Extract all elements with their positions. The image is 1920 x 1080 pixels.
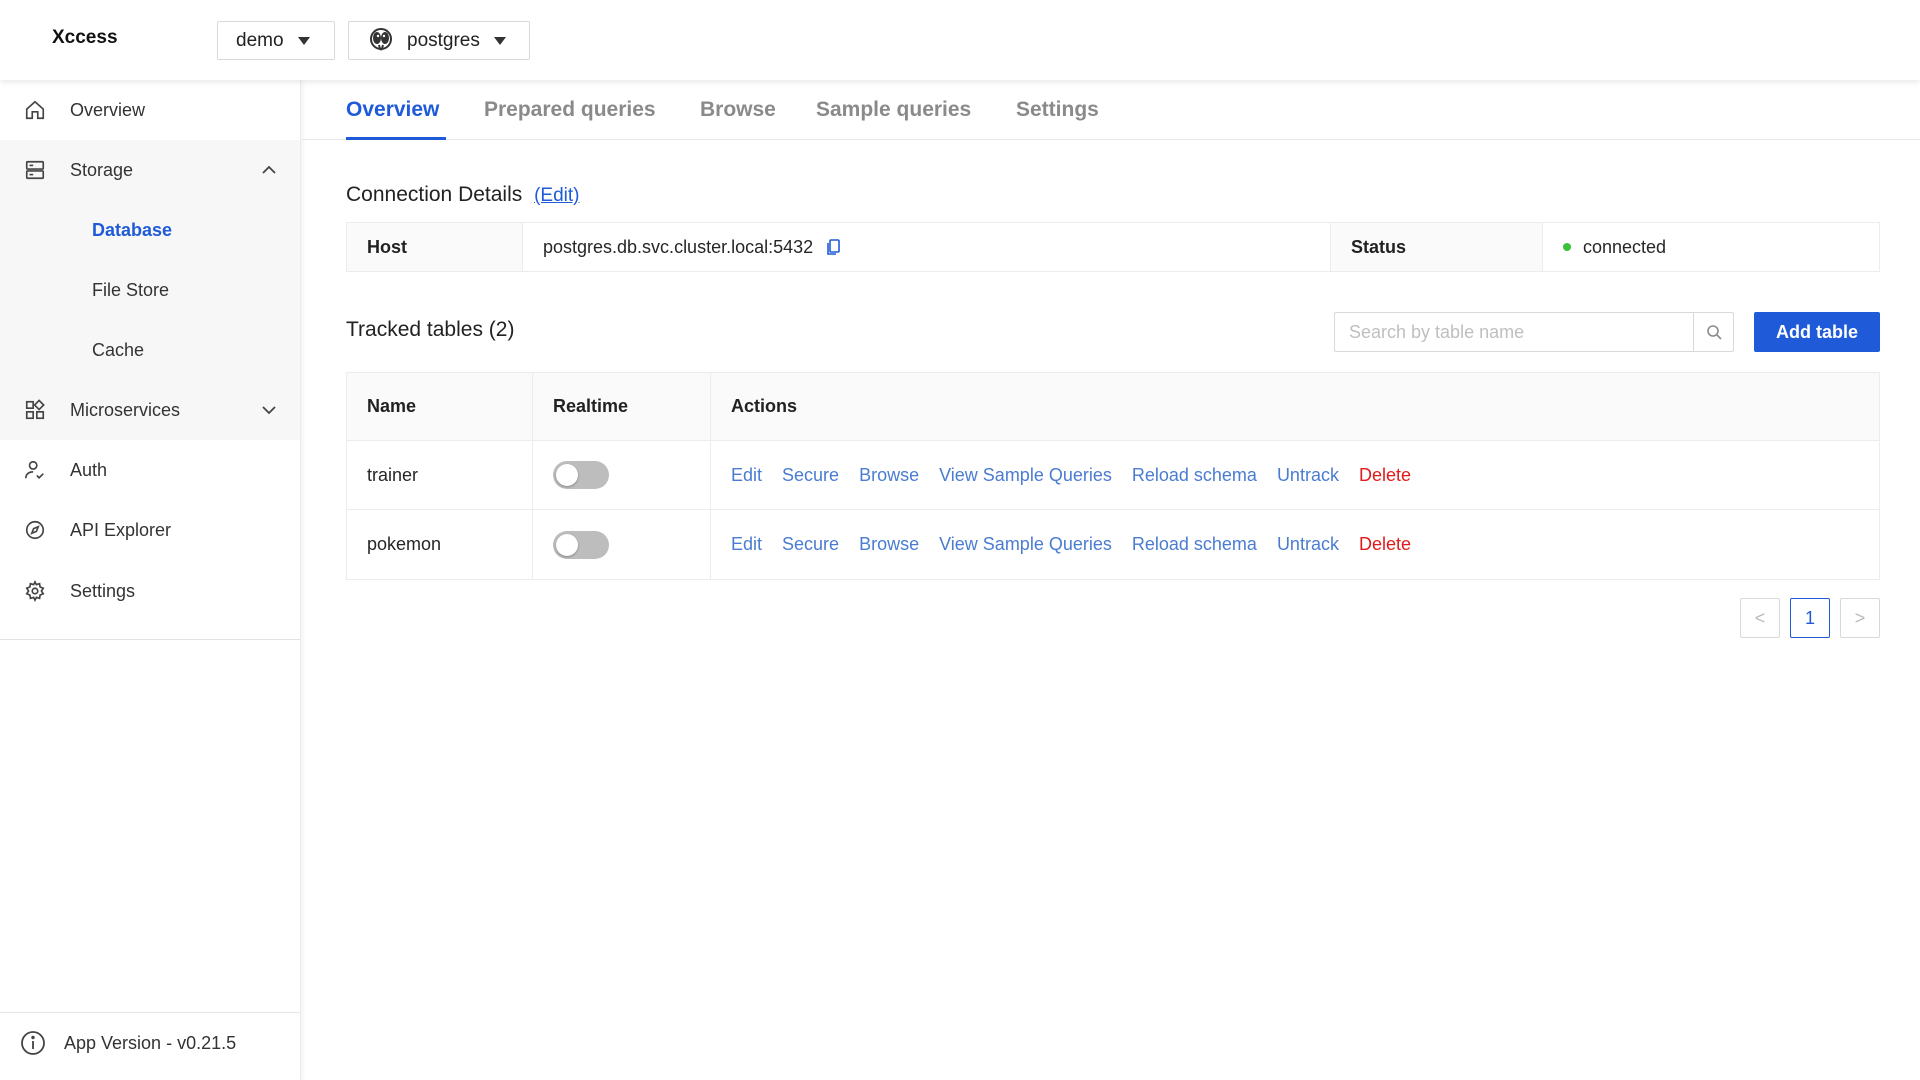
host-value-cell: postgres.db.svc.cluster.local:5432 [523, 223, 1331, 271]
sidebar-divider [0, 639, 300, 640]
postgres-elephant-icon [370, 27, 392, 50]
sidebar-item-label: Overview [70, 99, 146, 120]
sidebar-item-file-store[interactable]: File Store [0, 260, 300, 320]
sidebar-item-api-explorer[interactable]: API Explorer [0, 500, 300, 560]
active-tab-indicator [346, 137, 446, 140]
grid-apps-icon [24, 399, 46, 421]
view-sample-queries-action[interactable]: View Sample Queries [939, 465, 1112, 486]
secure-action[interactable]: Secure [782, 534, 839, 555]
table-search [1334, 312, 1734, 352]
sidebar-item-overview[interactable]: Overview [0, 80, 300, 140]
realtime-cell [533, 510, 711, 579]
sidebar-item-auth[interactable]: Auth [0, 440, 300, 500]
sidebar-item-cache[interactable]: Cache [0, 320, 300, 380]
realtime-toggle[interactable] [553, 530, 609, 559]
table-row: pokemon Edit Secure Browse View Sample Q… [347, 510, 1879, 579]
sidebar-item-label: Microservices [70, 399, 181, 420]
column-header-name: Name [347, 373, 533, 440]
actions-cell: Edit Secure Browse View Sample Queries R… [711, 510, 1879, 579]
home-icon [24, 99, 46, 121]
caret-down-icon [493, 36, 506, 45]
info-icon [21, 1031, 45, 1055]
column-header-actions: Actions [731, 396, 798, 416]
tracked-tables-title: Tracked tables (2) [346, 318, 515, 341]
actions-cell: Edit Secure Browse View Sample Queries R… [711, 441, 1879, 509]
project-dropdown-label: demo [236, 29, 284, 51]
tab-browse[interactable]: Browse [700, 98, 776, 122]
host-label: Host [347, 223, 523, 271]
edit-action[interactable]: Edit [731, 465, 762, 486]
tab-sample-queries[interactable]: Sample queries [816, 98, 971, 122]
delete-action[interactable]: Delete [1359, 534, 1411, 555]
tab-settings[interactable]: Settings [1016, 98, 1099, 122]
tracked-tables-table: Name Realtime Actions trainer Edit Secur… [346, 372, 1880, 580]
table-search-input[interactable] [1335, 313, 1693, 351]
browse-action[interactable]: Browse [859, 465, 919, 486]
top-bar: Xccess demo postgres [0, 0, 1920, 80]
sidebar-item-label: API Explorer [70, 519, 172, 540]
browse-action[interactable]: Browse [859, 534, 919, 555]
table-row: trainer Edit Secure Browse View Sample Q… [347, 441, 1879, 510]
table-name-cell: pokemon [347, 510, 533, 579]
search-button[interactable] [1693, 313, 1733, 351]
sidebar-item-label: Auth [70, 459, 108, 480]
user-check-icon [24, 459, 46, 481]
sidebar-item-label: Settings [70, 580, 136, 601]
chevron-up-icon[interactable] [260, 161, 278, 179]
sidebar-item-label: File Store [92, 279, 170, 300]
search-icon [1706, 325, 1722, 340]
edit-connection-link[interactable]: (Edit) [534, 185, 579, 206]
status-label: Status [1331, 223, 1543, 271]
host-value: postgres.db.svc.cluster.local:5432 [543, 236, 814, 257]
sidebar: Overview Storage Database File Store Cac… [0, 80, 301, 1080]
compass-icon [24, 519, 46, 541]
pagination-prev-button[interactable]: < [1740, 598, 1780, 638]
table-header-row: Name Realtime Actions [347, 373, 1879, 441]
sidebar-item-database[interactable]: Database [0, 200, 300, 260]
reload-schema-action[interactable]: Reload schema [1132, 534, 1257, 555]
sidebar-item-label: Cache [92, 339, 145, 360]
tab-bar: Overview Prepared queries Browse Sample … [302, 80, 1920, 140]
column-header-realtime: Realtime [533, 373, 711, 440]
reload-schema-action[interactable]: Reload schema [1132, 465, 1257, 486]
sidebar-item-label: Database [92, 219, 173, 240]
pagination-next-button[interactable]: > [1840, 598, 1880, 638]
secure-action[interactable]: Secure [782, 465, 839, 486]
gear-icon [24, 580, 46, 602]
storage-icon [24, 159, 46, 181]
add-table-button[interactable]: Add table [1754, 312, 1880, 352]
tab-prepared-queries[interactable]: Prepared queries [484, 98, 656, 122]
delete-action[interactable]: Delete [1359, 465, 1411, 486]
status-value-cell: connected [1543, 223, 1879, 271]
status-value: connected [1583, 236, 1667, 257]
realtime-cell [533, 441, 711, 509]
tab-overview[interactable]: Overview [346, 98, 439, 122]
project-dropdown[interactable]: demo [217, 21, 335, 60]
sidebar-footer-divider [0, 1012, 300, 1013]
copy-icon[interactable] [825, 238, 843, 256]
app-version-label: App Version - v0.21.5 [64, 1032, 237, 1053]
sidebar-item-label: Storage [70, 159, 134, 180]
database-dropdown[interactable]: postgres [348, 21, 530, 60]
view-sample-queries-action[interactable]: View Sample Queries [939, 534, 1112, 555]
table-name-cell: trainer [347, 441, 533, 509]
pagination-page-1[interactable]: 1 [1790, 598, 1830, 638]
connection-details-heading: Connection Details (Edit) [346, 183, 580, 207]
app-version: App Version - v0.21.5 [20, 1030, 236, 1056]
chevron-down-icon[interactable] [260, 401, 278, 419]
connection-details-table: Host postgres.db.svc.cluster.local:5432 … [346, 222, 1880, 272]
sidebar-item-storage[interactable]: Storage [0, 140, 300, 200]
database-dropdown-label: postgres [407, 29, 480, 51]
sidebar-item-settings[interactable]: Settings [0, 561, 300, 621]
realtime-toggle[interactable] [553, 461, 609, 489]
status-dot [1563, 243, 1571, 251]
brand-logo: Xccess [52, 27, 118, 48]
untrack-action[interactable]: Untrack [1277, 465, 1339, 486]
caret-down-icon [297, 36, 310, 45]
untrack-action[interactable]: Untrack [1277, 534, 1339, 555]
edit-action[interactable]: Edit [731, 534, 762, 555]
connection-details-title: Connection Details [346, 183, 523, 206]
sidebar-item-microservices[interactable]: Microservices [0, 380, 300, 440]
